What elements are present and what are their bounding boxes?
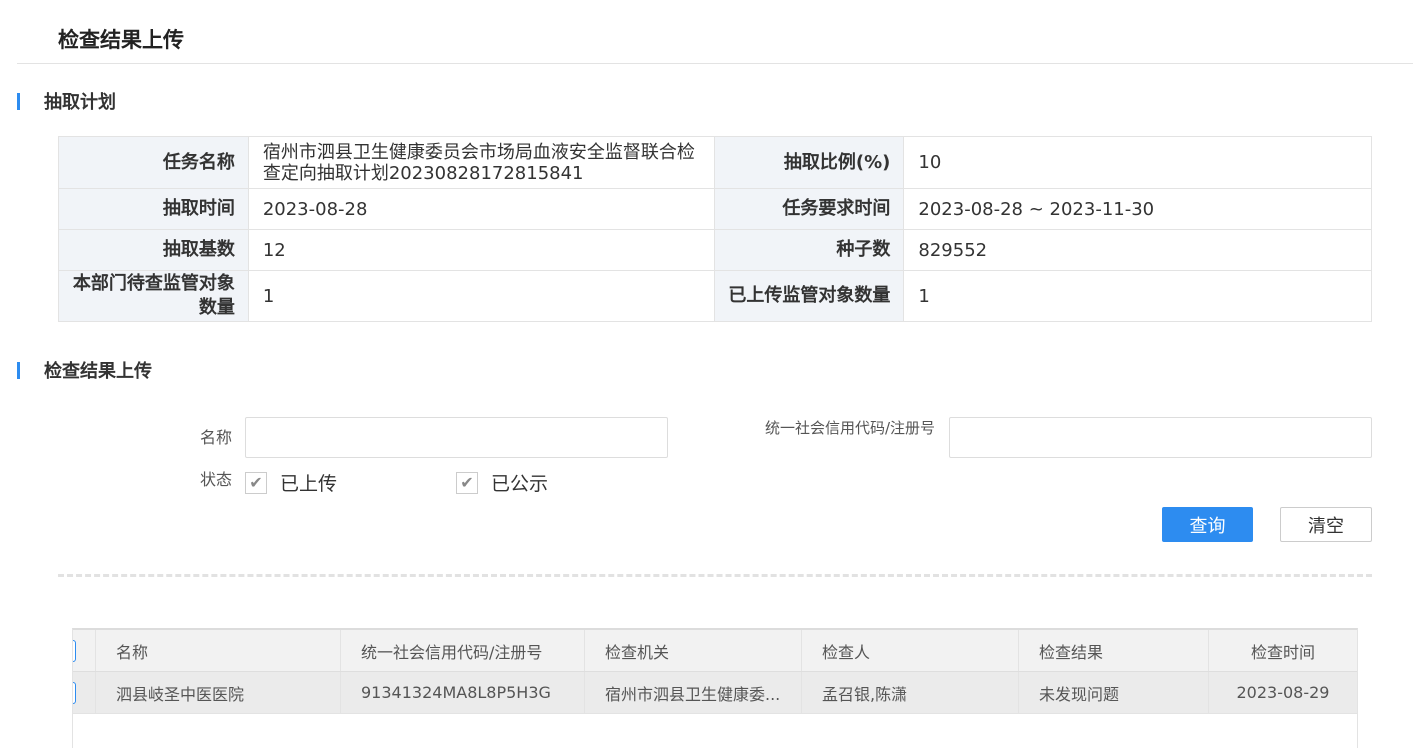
plan-info-table: 任务名称 宿州市泗县卫生健康委员会市场局血液安全监督联合检查定向抽取计划2023… [58,136,1372,322]
results-grid: 名称 统一社会信用代码/注册号 检查机关 检查人 检查结果 检查时间 泗县岐圣中… [72,628,1358,748]
section-title-plan: 抽取计划 [44,92,116,113]
cell-agency: 宿州市泗县卫生健康委... [585,672,802,713]
query-button[interactable]: 查询 [1162,507,1253,542]
ratio-label: 抽取比例(%) [713,136,905,189]
status-uploaded-checkbox[interactable]: ✔ 已上传 [245,469,337,496]
cell-code: 91341324MA8L8P5H3G [341,672,585,713]
required-time-value: 2023-08-28 ~ 2023-11-30 [903,188,1372,230]
cell-result: 未发现问题 [1019,672,1209,713]
cell-name: 泗县岐圣中医医院 [96,672,341,713]
grid-header-row: 名称 统一社会信用代码/注册号 检查机关 检查人 检查结果 检查时间 [73,630,1357,672]
base-label: 抽取基数 [58,229,249,271]
uploaded-count-value: 1 [903,270,1372,322]
section-header-plan: 抽取计划 [17,91,116,113]
status-uploaded-label: 已上传 [280,473,338,495]
credit-code-input[interactable] [949,417,1372,458]
status-label: 状态 [199,470,232,489]
dashed-divider [58,574,1372,577]
status-published-checkbox[interactable]: ✔ 已公示 [456,469,548,496]
page-title: 检查结果上传 [58,28,184,52]
clear-button[interactable]: 清空 [1280,507,1372,542]
name-input[interactable] [245,417,668,458]
row-select-checkbox[interactable] [73,672,96,713]
section-header-upload: 检查结果上传 [17,360,152,382]
seed-value: 829552 [903,229,1372,271]
section-accent-bar [17,361,20,379]
table-row[interactable]: 泗县岐圣中医医院 91341324MA8L8P5H3G 宿州市泗县卫生健康委..… [73,672,1357,714]
pending-count-value: 1 [247,270,715,322]
column-header-inspector[interactable]: 检查人 [802,630,1019,671]
column-header-agency[interactable]: 检查机关 [585,630,802,671]
column-header-name[interactable]: 名称 [96,630,341,671]
select-all-checkbox[interactable] [73,630,96,671]
check-icon: ✔ [456,471,478,494]
cell-date: 2023-08-29 [1236,683,1330,702]
time-value: 2023-08-28 [247,188,715,230]
task-name-value: 宿州市泗县卫生健康委员会市场局血液安全监督联合检查定向抽取计划202308281… [247,136,715,189]
name-field-label: 名称 [199,428,232,447]
status-published-label: 已公示 [491,473,549,495]
required-time-label: 任务要求时间 [713,188,905,230]
column-header-result[interactable]: 检查结果 [1019,630,1209,671]
time-label: 抽取时间 [58,188,249,230]
pending-count-label: 本部门待查监管对象数量 [58,270,249,322]
task-name-label: 任务名称 [58,136,249,189]
base-value: 12 [247,229,715,271]
column-header-date[interactable]: 检查时间 [1209,630,1357,671]
title-divider [17,63,1413,64]
seed-label: 种子数 [713,229,905,271]
check-icon: ✔ [245,471,267,494]
column-header-code[interactable]: 统一社会信用代码/注册号 [341,630,585,671]
cell-inspector: 孟召银,陈潇 [802,672,1019,713]
credit-code-field-label: 统一社会信用代码/注册号 [764,419,935,437]
section-title-upload: 检查结果上传 [44,361,152,382]
section-accent-bar [17,92,20,110]
uploaded-count-label: 已上传监管对象数量 [713,270,905,322]
ratio-value: 10 [903,136,1372,189]
